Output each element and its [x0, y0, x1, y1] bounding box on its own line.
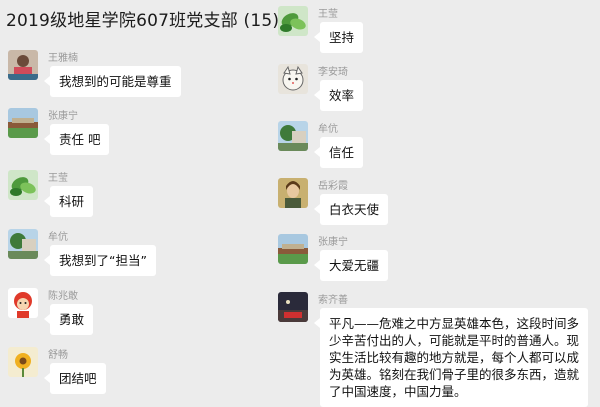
sender-name: 岳彩霞 — [318, 181, 348, 192]
painting-portrait-avatar-icon[interactable] — [278, 178, 308, 208]
sender-name: 王莹 — [48, 173, 68, 184]
sender-name: 舒畅 — [48, 350, 68, 361]
message-bubble[interactable]: 我想到了“担当” — [44, 245, 156, 276]
sender-name: 李安琦 — [318, 67, 348, 78]
tree-building-avatar-icon[interactable] — [8, 229, 38, 259]
cartoon-character-avatar-icon[interactable] — [8, 288, 38, 318]
woman-photo-avatar-icon[interactable] — [8, 50, 38, 80]
dark-photo-avatar-icon[interactable] — [278, 292, 308, 322]
message-bubble[interactable]: 责任 吧 — [43, 124, 110, 155]
cartoon-cat-avatar-icon[interactable] — [278, 64, 308, 94]
message-bubble[interactable]: 科研 — [43, 186, 94, 217]
landscape-avatar-icon[interactable] — [8, 108, 38, 138]
message-bubble[interactable]: 信任 — [313, 137, 364, 168]
sunflower-avatar-icon[interactable] — [8, 347, 38, 377]
message-bubble[interactable]: 坚持 — [313, 22, 364, 53]
sender-name: 陈兆敢 — [48, 291, 78, 302]
sender-name: 王雅楠 — [48, 53, 78, 64]
message-bubble[interactable]: 大爱无疆 — [313, 250, 389, 281]
leaf-avatar-icon[interactable] — [8, 170, 38, 200]
message-bubble[interactable]: 我想到的可能是尊重 — [44, 66, 181, 97]
sender-name: 张康宁 — [48, 111, 78, 122]
sender-name: 王莹 — [318, 9, 338, 20]
leaf-avatar-icon[interactable] — [278, 6, 308, 36]
message-bubble[interactable]: 团结吧 — [44, 363, 106, 394]
sender-name: 索齐善 — [318, 295, 348, 306]
sender-name: 张康宁 — [318, 237, 348, 248]
message-bubble[interactable]: 效率 — [313, 80, 364, 111]
sender-name: 牟伉 — [318, 124, 338, 135]
chat-title: 2019级地星学院607班党支部 (15) — [6, 11, 280, 31]
message-bubble[interactable]: 勇敢 — [43, 304, 94, 335]
message-bubble[interactable]: 白衣天使 — [313, 194, 389, 225]
tree-building-avatar-icon[interactable] — [278, 121, 308, 151]
message-bubble[interactable]: 平凡——危难之中方显英雄本色，这段时间多少辛苦付出的人，可能就是平时的普通人。现… — [314, 308, 588, 407]
sender-name: 牟伉 — [48, 232, 68, 243]
landscape-avatar-icon[interactable] — [278, 234, 308, 264]
